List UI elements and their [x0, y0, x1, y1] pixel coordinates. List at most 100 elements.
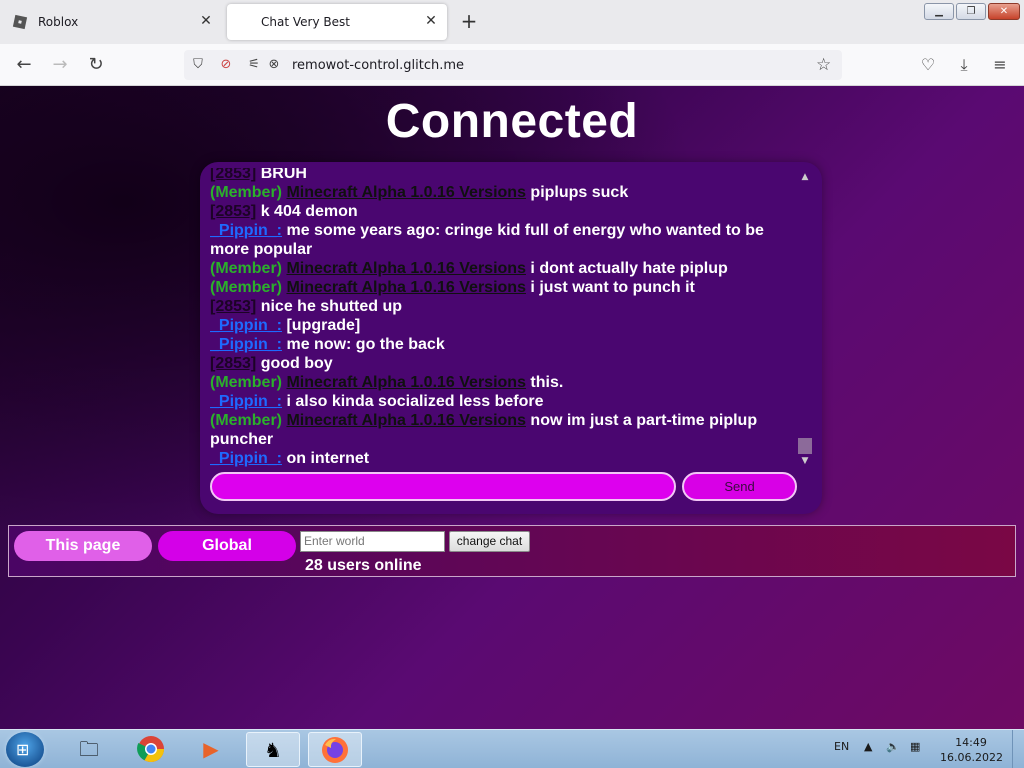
chat-message: _Pippin_: on internet	[210, 449, 792, 468]
clock-time: 14:49	[955, 736, 987, 749]
message-text: i dont actually hate piplup	[530, 260, 728, 277]
message-author-link[interactable]: [2853]	[210, 168, 256, 182]
close-tab-icon[interactable]: ✕	[198, 13, 214, 29]
scroll-down-icon[interactable]: ▼	[797, 454, 813, 468]
chat-message: (Member) Minecraft Alpha 1.0.16 Versions…	[210, 411, 792, 449]
bookmark-star-icon[interactable]: ☆	[816, 55, 831, 75]
language-indicator[interactable]: EN	[834, 740, 849, 753]
member-tag: (Member)	[210, 374, 283, 391]
firefox-icon[interactable]	[308, 732, 362, 767]
window-close-button[interactable]: ✕	[988, 3, 1020, 20]
new-tab-button[interactable]: +	[459, 11, 479, 32]
message-author-link[interactable]: Minecraft Alpha 1.0.16 Versions	[286, 260, 526, 277]
message-text: [upgrade]	[286, 317, 361, 334]
chat-message: (Member) Minecraft Alpha 1.0.16 Versions…	[210, 373, 792, 392]
message-text: i also kinda socialized less before	[286, 393, 544, 410]
message-author-link[interactable]: [2853]	[210, 298, 256, 315]
chat-input[interactable]	[210, 472, 676, 501]
chat-message: [2853] BRUH	[210, 168, 792, 183]
chat-message: _Pippin_: [upgrade]	[210, 316, 792, 335]
tab-roblox[interactable]: Roblox ✕	[4, 4, 222, 40]
chat-message: (Member) Minecraft Alpha 1.0.16 Versions…	[210, 259, 792, 278]
message-text: BRUH	[260, 168, 307, 182]
member-tag: (Member)	[210, 184, 283, 201]
scroll-up-icon[interactable]: ▲	[797, 170, 813, 184]
message-author-link[interactable]: Minecraft Alpha 1.0.16 Versions	[286, 184, 526, 201]
message-author-link[interactable]: [2853]	[210, 203, 256, 220]
insecure-connection-icon[interactable]: ⊗	[266, 57, 282, 73]
message-list[interactable]: [2853] BRUH (Member) Minecraft Alpha 1.0.…	[210, 168, 792, 472]
change-chat-button[interactable]: change chat	[449, 531, 530, 552]
scrollbar[interactable]: ▲ ▼	[797, 170, 813, 470]
global-button[interactable]: Global	[158, 531, 296, 561]
message-text: i just want to punch it	[530, 279, 695, 296]
this-page-button[interactable]: This page	[14, 531, 152, 561]
member-tag: (Member)	[210, 412, 283, 429]
roblox-icon	[12, 14, 28, 30]
world-input[interactable]: Enter world	[300, 531, 445, 552]
message-author-link[interactable]: _Pippin_:	[210, 336, 282, 353]
browser-tab-bar: Roblox ✕ Chat Very Best ✕ + ▁ ❐ ✕	[0, 0, 1024, 44]
start-button[interactable]: ⊞	[6, 732, 44, 767]
show-desktop-button[interactable]	[1012, 730, 1024, 768]
downloads-icon[interactable]: ⤓	[954, 55, 974, 75]
message-text: piplups suck	[530, 184, 629, 201]
forward-icon[interactable]: →	[50, 55, 70, 75]
taskbar: ⊞ 🗀 ▶ ♞ EN ▲ 🔈 ▦ 14:49 16.06.2022	[0, 729, 1024, 768]
tab-chat[interactable]: Chat Very Best ✕	[227, 4, 447, 40]
message-author-link[interactable]: Minecraft Alpha 1.0.16 Versions	[286, 374, 526, 391]
page-title: Connected	[385, 95, 639, 148]
chrome-logo-icon	[137, 736, 165, 763]
windows-logo-icon: ⊞	[16, 740, 30, 759]
message-author-link[interactable]: Minecraft Alpha 1.0.16 Versions	[286, 279, 526, 296]
tab-label: Chat Very Best	[261, 15, 350, 29]
minimize-button[interactable]: ▁	[924, 3, 954, 20]
menu-icon[interactable]: ≡	[990, 55, 1010, 74]
system-clock[interactable]: 14:49 16.06.2022	[940, 735, 1003, 765]
message-author-link[interactable]: _Pippin_:	[210, 222, 282, 239]
chat-message: _Pippin_: me some years ago: cringe kid …	[210, 221, 792, 259]
chat-message: [2853] nice he shutted up	[210, 297, 792, 316]
message-text: me now: go the back	[286, 336, 445, 353]
back-icon[interactable]: ←	[14, 55, 34, 75]
message-author-link[interactable]: _Pippin_:	[210, 450, 282, 467]
page-content: Connected [2853] BRUH (Member) Minecraft …	[0, 86, 1024, 729]
message-author-link[interactable]: [2853]	[210, 355, 256, 372]
network-icon[interactable]: ▦	[910, 740, 920, 753]
shield-icon[interactable]: ⛉	[190, 57, 206, 73]
close-tab-icon[interactable]: ✕	[423, 13, 439, 29]
tracking-protection-icon[interactable]: ⊘	[218, 57, 234, 73]
chat-message: _Pippin_: me now: go the back	[210, 335, 792, 354]
moon-icon	[238, 15, 245, 29]
volume-icon[interactable]: 🔈	[886, 740, 900, 753]
show-hidden-icons-icon[interactable]: ▲	[864, 740, 872, 753]
url-text[interactable]: remowot-control.glitch.me	[292, 58, 464, 73]
member-tag: (Member)	[210, 279, 283, 296]
url-bar[interactable]: ⛉ ⊘ ⚟ ⊗ remowot-control.glitch.me ☆	[184, 50, 842, 80]
send-button[interactable]: Send	[682, 472, 797, 501]
scroll-thumb[interactable]	[798, 438, 812, 454]
chrome-icon[interactable]	[124, 732, 178, 767]
restore-button[interactable]: ❐	[956, 3, 986, 20]
chat-message: [2853] k 404 demon	[210, 202, 792, 221]
chat-message: (Member) Minecraft Alpha 1.0.16 Versions…	[210, 183, 792, 202]
chat-message: [2853] good boy	[210, 354, 792, 373]
firefox-logo-icon	[322, 737, 348, 763]
tab-label: Roblox	[38, 15, 79, 29]
message-text: me some years ago: cringe kid full of en…	[210, 222, 764, 258]
pocket-icon[interactable]: ♡	[918, 55, 938, 74]
chess-icon[interactable]: ♞	[246, 732, 300, 767]
message-text: this.	[530, 374, 564, 391]
browser-nav-bar: ← → ↻ ⛉ ⊘ ⚟ ⊗ remowot-control.glitch.me …	[0, 44, 1024, 86]
chat-message: (Member) Minecraft Alpha 1.0.16 Versions…	[210, 278, 792, 297]
chat-controls-bar: This page Global Enter world change chat…	[8, 525, 1016, 577]
message-author-link[interactable]: Minecraft Alpha 1.0.16 Versions	[286, 412, 526, 429]
reload-icon[interactable]: ↻	[86, 55, 106, 75]
message-author-link[interactable]: _Pippin_:	[210, 317, 282, 334]
file-explorer-icon[interactable]: 🗀	[62, 732, 116, 767]
users-online-count: 28 users online	[305, 557, 422, 574]
message-author-link[interactable]: _Pippin_:	[210, 393, 282, 410]
permissions-icon[interactable]: ⚟	[246, 57, 262, 73]
media-player-icon[interactable]: ▶	[184, 732, 238, 767]
clock-date: 16.06.2022	[940, 751, 1003, 764]
